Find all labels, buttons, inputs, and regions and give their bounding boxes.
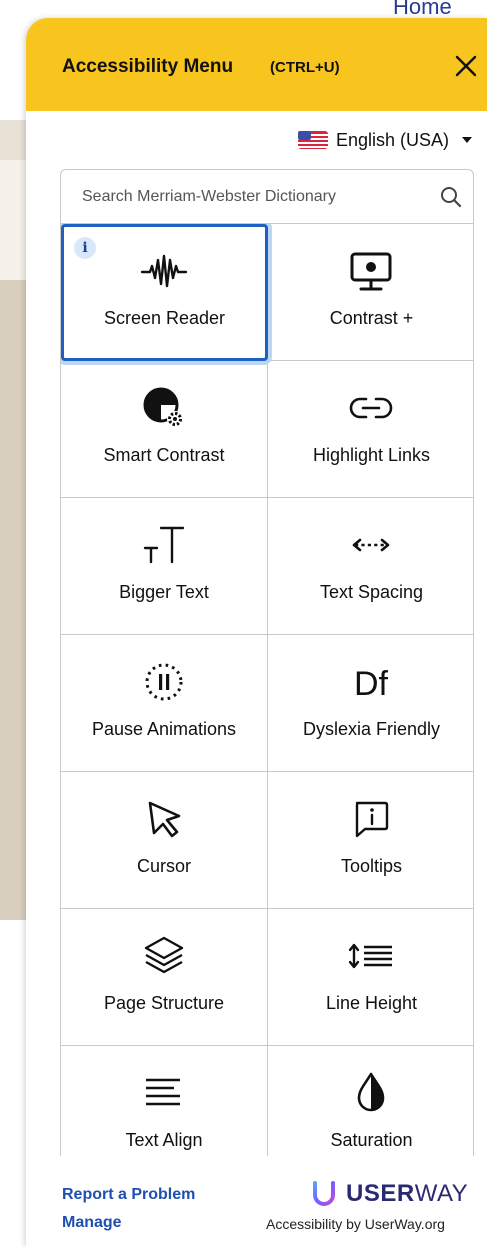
drop-icon <box>357 1072 385 1112</box>
manage-link[interactable]: Manage <box>62 1214 122 1232</box>
link-icon <box>349 397 393 419</box>
tile-contrast-plus[interactable]: Contrast + <box>268 224 473 361</box>
sound-wave-icon <box>140 254 188 288</box>
tile-label: Cursor <box>136 856 191 876</box>
tile-label: Pause Animations <box>91 719 237 739</box>
layers-icon <box>144 936 184 974</box>
close-icon <box>455 55 477 77</box>
spacing-arrows-icon <box>352 538 390 552</box>
tile-cursor[interactable]: Cursor <box>61 772 268 909</box>
tile-screen-reader[interactable]: i Screen Reader <box>61 224 268 361</box>
info-badge[interactable]: i <box>74 237 96 259</box>
line-height-icon <box>348 943 392 969</box>
tile-pause-animations[interactable]: Pause Animations <box>61 635 268 772</box>
tile-highlight-links[interactable]: Highlight Links <box>268 361 473 498</box>
tile-label: Contrast + <box>329 308 414 328</box>
close-button[interactable] <box>451 51 481 81</box>
tile-label: Text Spacing <box>319 582 424 602</box>
tile-label: Smart Contrast <box>103 445 225 465</box>
tile-text-align[interactable]: Text Align <box>61 1046 268 1156</box>
search-box <box>60 169 474 224</box>
speech-bubble-info-icon <box>355 801 389 838</box>
tile-bigger-text[interactable]: Bigger Text <box>61 498 268 635</box>
background-image-strip <box>0 280 26 920</box>
monitor-icon <box>350 252 392 291</box>
tile-label: Highlight Links <box>312 445 431 465</box>
tile-label: Dyslexia Friendly <box>302 719 441 739</box>
tile-text-spacing[interactable]: Text Spacing <box>268 498 473 635</box>
half-circle-gear-icon <box>143 387 183 427</box>
brand-name-bold: USER <box>346 1180 415 1207</box>
search-input[interactable] <box>61 170 421 223</box>
panel-header: Accessibility Menu (CTRL+U) <box>26 18 487 111</box>
report-problem-link[interactable]: Report a Problem <box>62 1186 195 1204</box>
background-segment <box>0 920 26 1247</box>
userway-u-icon <box>313 1181 335 1206</box>
language-label: English (USA) <box>336 129 450 150</box>
df-glyph: Df <box>354 665 389 703</box>
background-segment <box>0 0 26 120</box>
tile-label: Text Align <box>125 1130 203 1150</box>
brand-tagline: Accessibility by UserWay.org <box>266 1216 445 1232</box>
keyboard-shortcut: (CTRL+U) <box>270 59 340 76</box>
accessibility-panel: Accessibility Menu (CTRL+U) English (USA… <box>26 18 487 1247</box>
tile-line-height[interactable]: Line Height <box>268 909 473 1046</box>
caret-down-icon <box>462 137 473 143</box>
brand-name-light: WAY <box>414 1180 469 1207</box>
tile-label: Saturation <box>330 1130 413 1150</box>
tile-label: Tooltips <box>340 856 403 876</box>
tile-smart-contrast[interactable]: Smart Contrast <box>61 361 268 498</box>
language-selector[interactable]: English (USA) <box>298 128 473 152</box>
panel-title: Accessibility Menu <box>62 56 234 77</box>
df-glyph-icon: Df <box>354 665 389 703</box>
tile-label: Screen Reader <box>103 308 226 328</box>
background-home-link[interactable]: Home <box>393 0 452 20</box>
background-page <box>0 0 26 1247</box>
userway-logo[interactable]: USER WAY <box>312 1180 468 1208</box>
background-segment <box>0 120 26 160</box>
background-segment <box>0 160 26 280</box>
panel-footer: Report a Problem Manage USER WAY Accessi… <box>26 1156 487 1247</box>
cursor-arrow-icon <box>148 801 181 838</box>
tile-label: Page Structure <box>103 993 225 1013</box>
tile-tooltips[interactable]: Tooltips <box>268 772 473 909</box>
search-icon[interactable] <box>439 185 463 209</box>
tile-label: Line Height <box>325 993 418 1013</box>
tile-label: Bigger Text <box>119 582 209 602</box>
us-flag-icon <box>298 131 328 149</box>
tile-page-structure[interactable]: Page Structure <box>61 909 268 1046</box>
align-left-icon <box>146 1078 180 1106</box>
tile-saturation[interactable]: Saturation <box>268 1046 473 1156</box>
text-size-icon <box>143 526 185 564</box>
tile-dyslexia-friendly[interactable]: Df Dyslexia Friendly <box>268 635 473 772</box>
pause-circle-icon <box>145 663 183 701</box>
feature-grid: i Screen Reader Contrast + Smart Contras… <box>60 224 474 1156</box>
